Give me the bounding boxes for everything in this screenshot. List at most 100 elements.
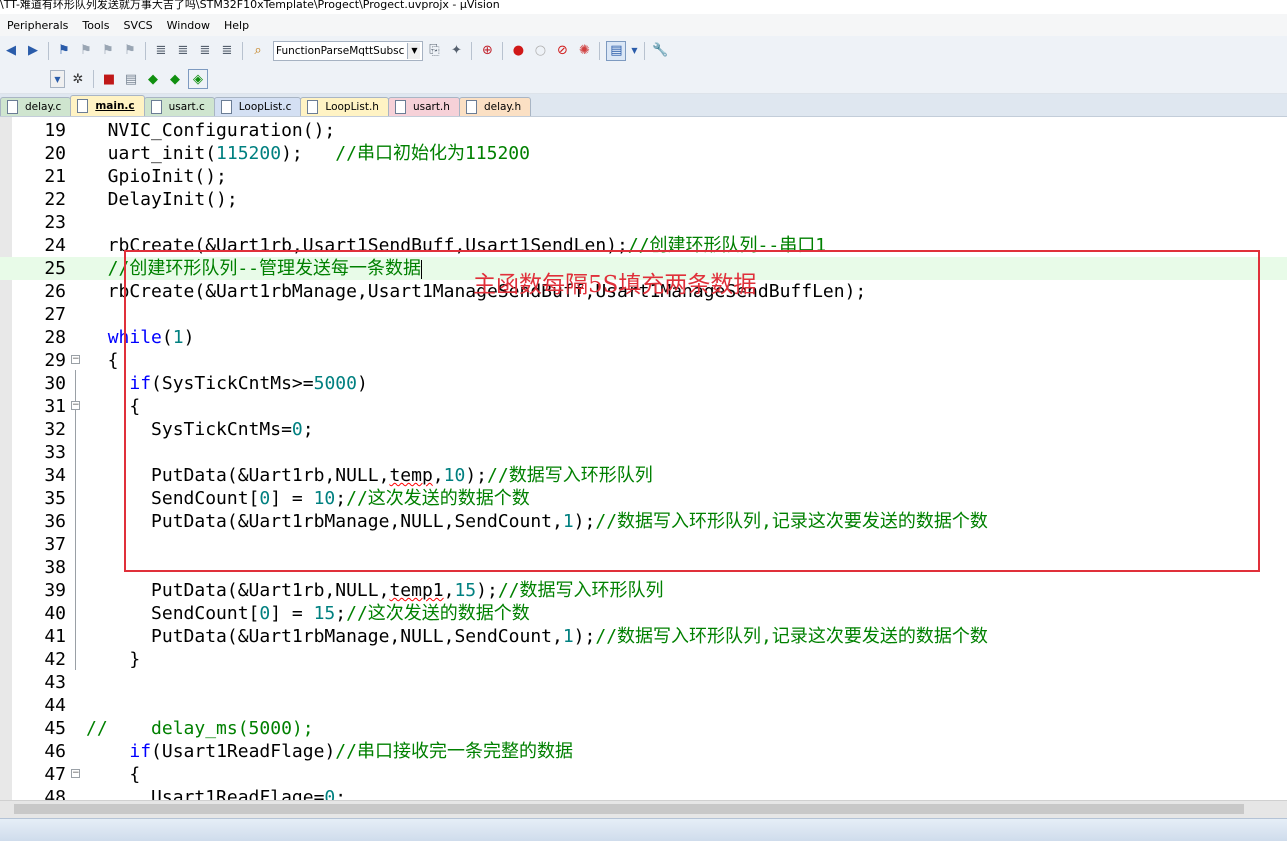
code-line[interactable]: 24 rbCreate(&Uart1rb,Usart1SendBuff,Usar… <box>0 234 1287 257</box>
tab-usart-h[interactable]: usart.h <box>387 97 460 116</box>
code-editor[interactable]: 19 NVIC_Configuration(); 20 uart_init(115… <box>0 117 1287 800</box>
project-icon[interactable]: ■ <box>100 70 118 88</box>
code-line[interactable]: 40 SendCount[0] = 15;//这次发送的数据个数 <box>0 602 1287 625</box>
code-line[interactable]: 19 NVIC_Configuration(); <box>0 119 1287 142</box>
code-line[interactable]: 43 <box>0 671 1287 694</box>
tab-delay-c[interactable]: delay.c <box>0 97 72 116</box>
text-cursor <box>421 259 423 279</box>
code-text: SysTickCntMs=0; <box>86 418 314 441</box>
menu-help[interactable]: Help <box>217 19 256 32</box>
find-in-files-icon[interactable]: ⌕ <box>249 42 267 60</box>
incremental-find-icon[interactable]: ✦ <box>447 42 465 60</box>
code-token: ) <box>183 327 195 348</box>
code-token: 15 <box>313 603 336 624</box>
code-token: , <box>432 465 444 486</box>
bookmark-prev-icon[interactable]: ⚑ <box>77 42 95 60</box>
code-token: PutData(&Uart1rb,NULL, <box>86 580 390 601</box>
code-line[interactable]: 33 <box>0 441 1287 464</box>
code-token: 10 <box>313 488 336 509</box>
horizontal-scrollbar[interactable] <box>0 800 1287 818</box>
code-line[interactable]: 28 while(1) <box>0 326 1287 349</box>
code-line[interactable]: 44 <box>0 694 1287 717</box>
code-line[interactable]: 22 DelayInit(); <box>0 188 1287 211</box>
chevron-down-icon[interactable]: ▼ <box>407 42 421 59</box>
code-line[interactable]: 46 if(Usart1ReadFlage)//串口接收完一条完整的数据 <box>0 740 1287 763</box>
bookmark-next-icon[interactable]: ⚑ <box>99 42 117 60</box>
code-token: SendCount[ <box>86 488 260 509</box>
code-line[interactable]: 39 PutData(&Uart1rb,NULL,temp1,15);//数据写… <box>0 579 1287 602</box>
uncomment-icon[interactable]: ≣ <box>218 42 236 60</box>
fold-toggle-icon[interactable]: − <box>71 769 80 778</box>
chevron-down-icon[interactable]: ▼ <box>50 70 65 88</box>
file-icon <box>220 100 232 114</box>
tab-looplist-h[interactable]: LoopList.h <box>300 97 389 116</box>
toolbar-separator <box>644 41 646 60</box>
bookmark-clear-icon[interactable]: ⚑ <box>121 42 139 60</box>
code-line[interactable]: 27 <box>0 303 1287 326</box>
code-token: ); <box>476 580 498 601</box>
code-line[interactable]: 20 uart_init(115200); //串口初始化为115200 <box>0 142 1287 165</box>
rte-icon[interactable]: ◆ <box>166 70 184 88</box>
code-line[interactable]: 42 } <box>0 648 1287 671</box>
file-icon <box>465 100 477 114</box>
scrollbar-thumb[interactable] <box>14 804 1244 814</box>
unindent-icon[interactable]: ≣ <box>174 42 192 60</box>
code-line[interactable]: 41 PutData(&Uart1rbManage,NULL,SendCount… <box>0 625 1287 648</box>
window-layout-icon[interactable]: ▤ <box>606 40 627 61</box>
code-text: rbCreate(&Uart1rb,Usart1SendBuff,Usart1S… <box>86 234 826 257</box>
function-combo[interactable]: FunctionParseMqttSubsc ▼ <box>273 40 424 61</box>
tab-usart-c[interactable]: usart.c <box>143 97 215 116</box>
code-token: temp1 <box>389 580 444 601</box>
debug-session-icon[interactable]: ⊕ <box>478 42 496 60</box>
chevron-down-icon[interactable]: ▼ <box>630 42 638 60</box>
fold-toggle-icon[interactable]: − <box>71 355 80 364</box>
fold-toggle-icon[interactable]: − <box>71 401 80 410</box>
code-line[interactable]: 48 Usart1ReadFlage=0; <box>0 786 1287 800</box>
code-line[interactable]: 29− { <box>0 349 1287 372</box>
code-line[interactable]: 32 SysTickCntMs=0; <box>0 418 1287 441</box>
menu-tools[interactable]: Tools <box>75 19 116 32</box>
breakpoint-disable-icon[interactable]: ○ <box>531 42 549 60</box>
code-line[interactable]: 37 <box>0 533 1287 556</box>
code-line[interactable]: 47− { <box>0 763 1287 786</box>
indent-icon[interactable]: ≣ <box>152 42 170 60</box>
code-token: if <box>129 741 152 762</box>
code-token: 10 <box>443 465 466 486</box>
code-line[interactable]: 23 <box>0 211 1287 234</box>
code-line[interactable]: 31− { <box>0 395 1287 418</box>
code-line[interactable]: 30 if(SysTickCntMs>=5000) <box>0 372 1287 395</box>
menu-window[interactable]: Window <box>160 19 217 32</box>
forward-arrow-icon[interactable]: ▶ <box>24 42 42 60</box>
breakpoint-all-icon[interactable]: ✺ <box>575 42 593 60</box>
code-line[interactable]: 36 PutData(&Uart1rbManage,NULL,SendCount… <box>0 510 1287 533</box>
code-line[interactable]: 21 GpioInit(); <box>0 165 1287 188</box>
code-line[interactable]: 34 PutData(&Uart1rb,NULL,temp,10);//数据写入… <box>0 464 1287 487</box>
tab-delay-h[interactable]: delay.h <box>458 97 532 116</box>
main-toolbar: ◀ ▶ ⚑ ⚑ ⚑ ⚑ ≣ ≣ ≣ ≣ ⌕ FunctionParseMqttS… <box>0 36 1287 66</box>
tab-main-c[interactable]: main.c <box>70 95 145 116</box>
code-token: SysTickCntMs= <box>86 419 292 440</box>
code-token: PutData(&Uart1rbManage,NULL,SendCount, <box>86 626 563 647</box>
code-text: PutData(&Uart1rbManage,NULL,SendCount,1)… <box>86 510 988 533</box>
code-text: DelayInit(); <box>86 188 238 211</box>
menu-svcs[interactable]: SVCS <box>116 19 159 32</box>
comment-icon[interactable]: ≣ <box>196 42 214 60</box>
bookmark-toggle-icon[interactable]: ⚑ <box>55 42 73 60</box>
code-line[interactable]: 45 // delay_ms(5000); <box>0 717 1287 740</box>
target-options-icon[interactable]: ✲ <box>69 70 87 88</box>
select-packs-icon[interactable]: ◈ <box>188 69 208 89</box>
code-line[interactable]: 35 SendCount[0] = 10;//这次发送的数据个数 <box>0 487 1287 510</box>
code-line[interactable]: 38 <box>0 556 1287 579</box>
breakpoint-kill-icon[interactable]: ⊘ <box>553 42 571 60</box>
find-icon[interactable]: ⎘ <box>425 42 443 60</box>
manage-components-icon[interactable]: ▤ <box>122 70 140 88</box>
line-number: 26 <box>44 281 66 302</box>
menu-peripherals[interactable]: Peripherals <box>0 19 75 32</box>
configure-wrench-icon[interactable]: 🔧 <box>651 42 669 60</box>
line-number: 30 <box>44 373 66 394</box>
code-token: ); <box>281 143 336 164</box>
breakpoint-icon[interactable]: ● <box>509 42 527 60</box>
tab-looplist-c[interactable]: LoopList.c <box>213 97 302 116</box>
pack-installer-icon[interactable]: ◆ <box>144 70 162 88</box>
back-arrow-icon[interactable]: ◀ <box>2 42 20 60</box>
